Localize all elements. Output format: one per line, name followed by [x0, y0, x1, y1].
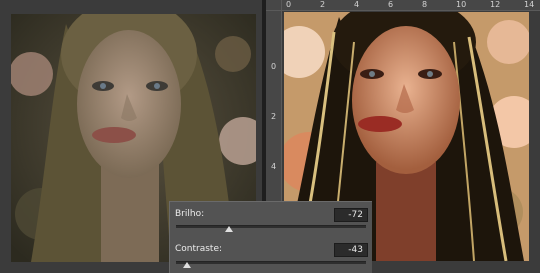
contrast-value-field[interactable]: -43	[334, 243, 368, 257]
brightness-contrast-panel: Brilho: -72 Contraste: -43	[169, 201, 372, 273]
contrast-label: Contraste:	[175, 244, 223, 254]
ruler-tick-label: 4	[354, 0, 360, 9]
ruler-corner[interactable]	[266, 0, 282, 11]
ruler-tick-label: 2	[271, 112, 277, 121]
ruler-tick-label: 14	[524, 0, 535, 9]
brightness-slider-thumb[interactable]	[225, 226, 234, 232]
ruler-tick-label: 10	[456, 0, 467, 9]
brightness-label: Brilho:	[175, 209, 205, 219]
ruler-tick-label: 2	[320, 0, 326, 9]
contrast-slider-thumb[interactable]	[183, 262, 192, 268]
ruler-tick-label: 0	[271, 62, 277, 71]
contrast-slider-track[interactable]	[176, 261, 366, 264]
ruler-tick-label: 8	[422, 0, 428, 9]
ruler-tick-label: 6	[388, 0, 394, 9]
ruler-tick-label: 4	[271, 162, 277, 171]
brightness-value-field[interactable]: -72	[334, 208, 368, 222]
ruler-tick-label: 12	[490, 0, 501, 9]
brightness-slider-track[interactable]	[176, 225, 366, 228]
ruler-tick-label: 0	[286, 0, 292, 9]
horizontal-ruler[interactable]: 0 2 4 6 8 10 12 14	[282, 0, 540, 11]
